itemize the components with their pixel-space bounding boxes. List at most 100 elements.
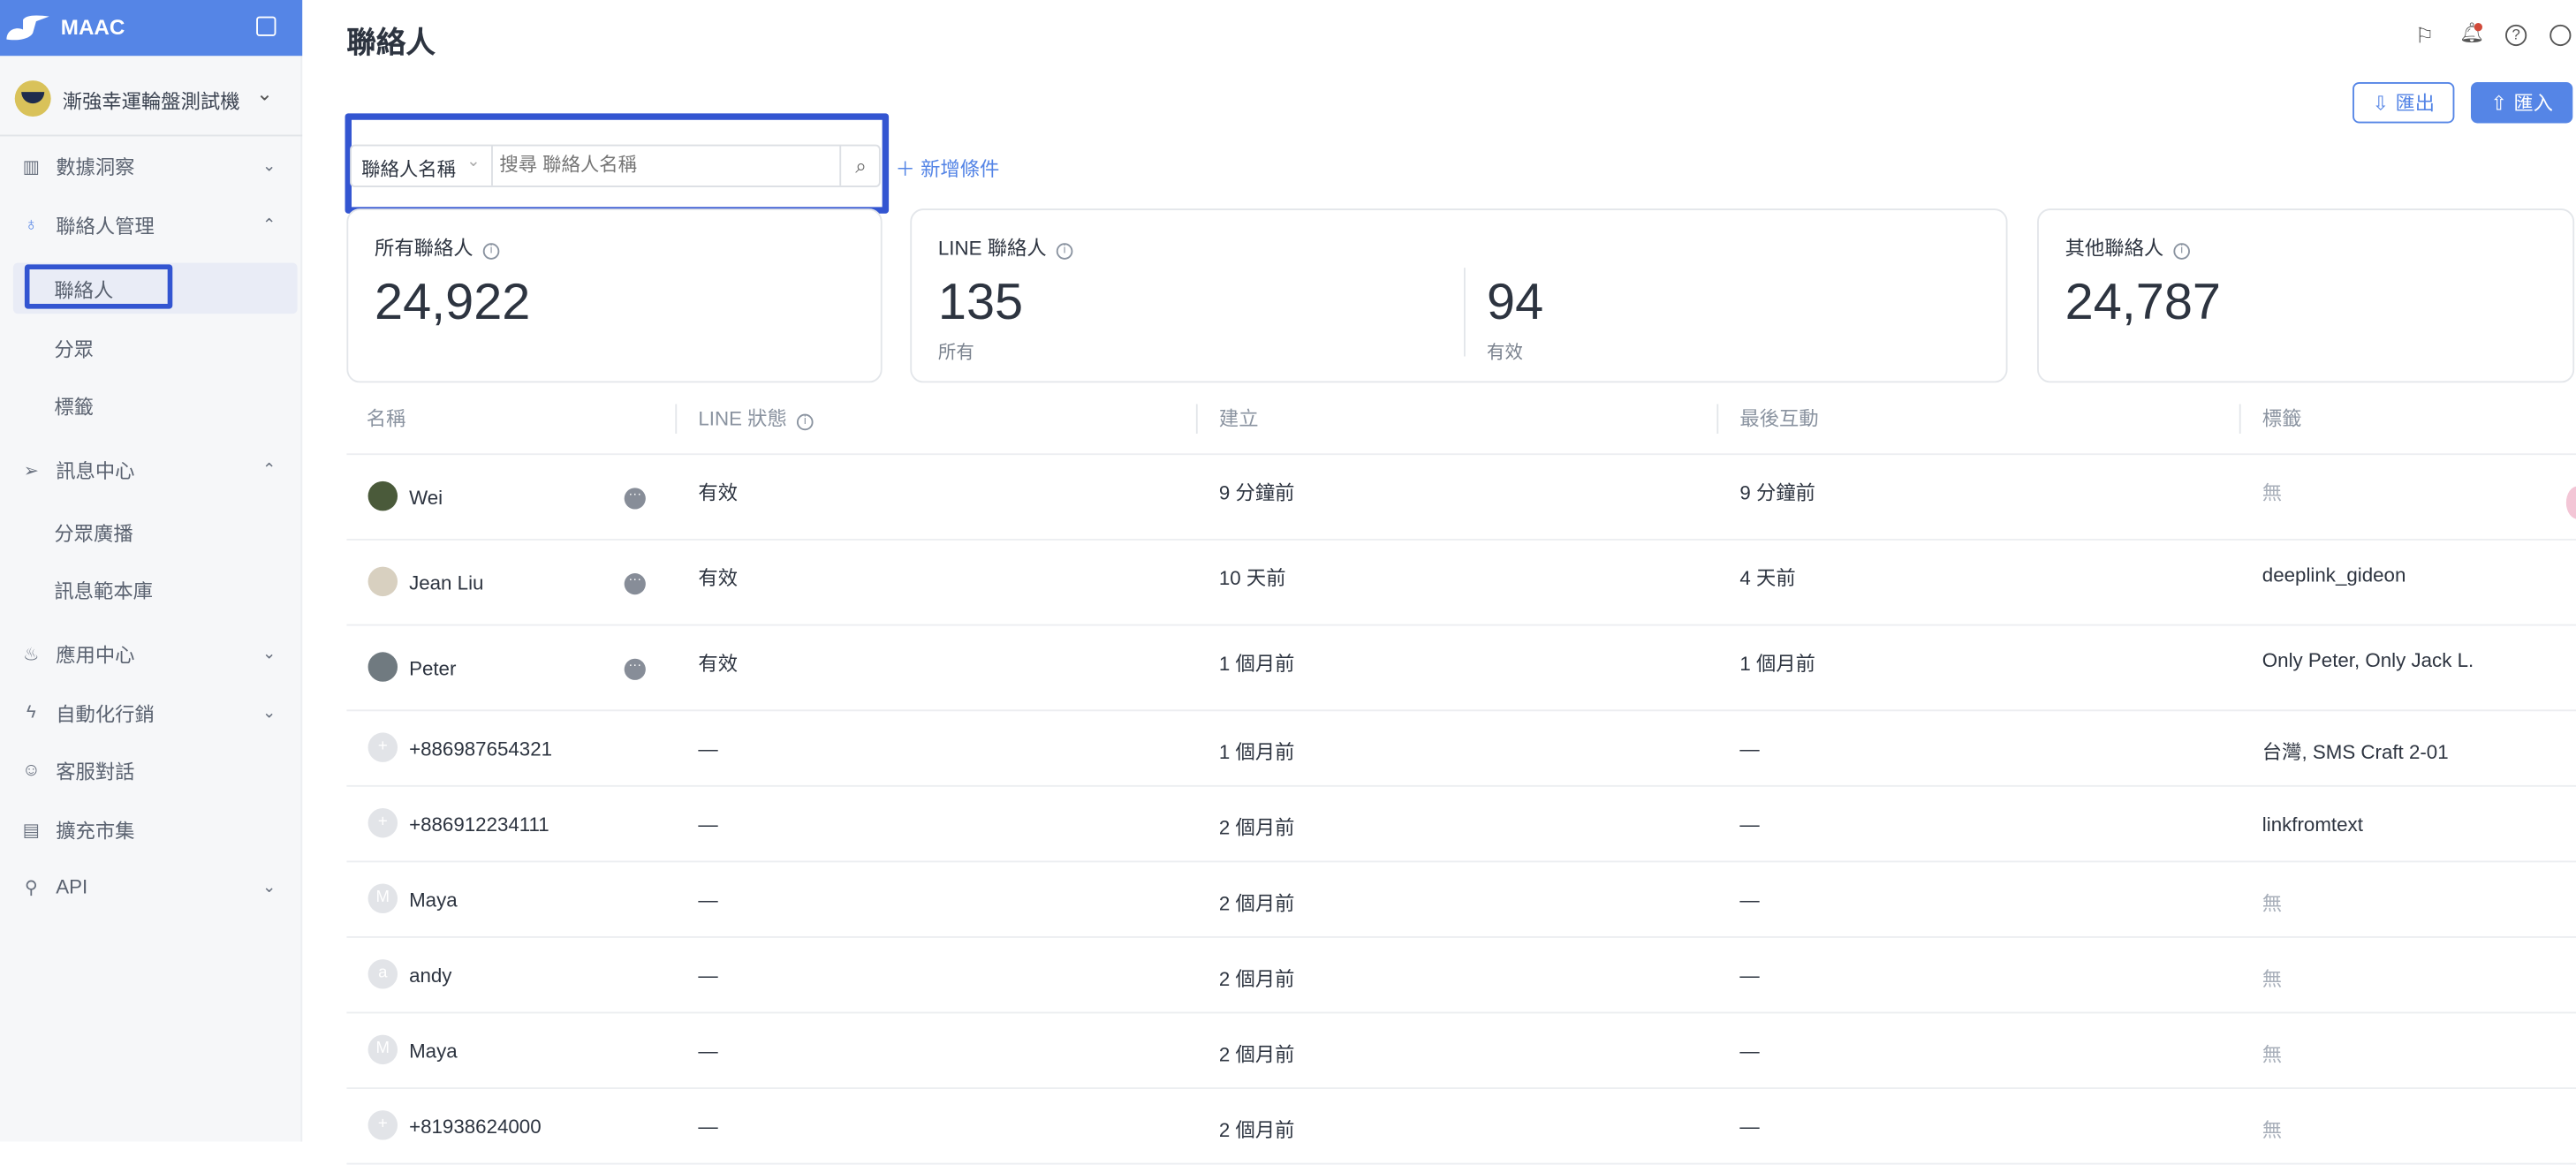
tags: 無	[2262, 965, 2282, 993]
chevron-down-icon: ⌄	[262, 157, 277, 175]
avatar-placeholder: a	[368, 959, 398, 988]
send-icon: ➢	[19, 459, 42, 480]
sidebar-item-label: 訊息中心	[56, 456, 134, 484]
table-header: 名稱 LINE 狀態i 建立 最後互動 標籤	[346, 384, 2576, 455]
chevron-down-icon: ⌄	[466, 153, 481, 170]
column-header-label: 建立	[1219, 407, 1259, 430]
contact-name[interactable]: +886987654321	[409, 738, 552, 760]
sidebar-item-label: 分眾廣播	[54, 518, 133, 547]
chevron-down-icon: ⌄	[256, 82, 273, 105]
stat-value-valid: 94	[1487, 273, 1543, 332]
sidebar-item-2[interactable]: 聯絡人	[0, 268, 302, 310]
avatar-placeholder: M	[368, 1035, 398, 1064]
collapse-sidebar-icon[interactable]	[256, 17, 276, 36]
table-row[interactable]: ++886987654321—1 個月前—台灣, SMS Craft 2-01	[346, 711, 2576, 787]
column-header[interactable]: 建立	[1219, 384, 1259, 453]
table-row[interactable]: Peter···有效1 個月前1 個月前Only Peter, Only Jac…	[346, 626, 2576, 712]
cloud-download-icon: ⇩	[2372, 91, 2389, 114]
stat-sublabel-all: 所有	[938, 338, 974, 365]
field-select[interactable]: 聯絡人名稱 ⌄	[352, 147, 493, 186]
column-header[interactable]: 最後互動	[1739, 384, 1818, 453]
tags: 無	[2262, 478, 2282, 506]
sidebar-item-7[interactable]: 訊息範本庫	[0, 568, 302, 610]
search-icon[interactable]: ⌕	[839, 147, 880, 186]
info-icon[interactable]: i	[2173, 243, 2190, 260]
created-time: 1 個月前	[1219, 649, 1295, 677]
tags: 無	[2262, 1040, 2282, 1068]
sidebar-item-label: 擴充市集	[56, 815, 134, 843]
sidebar-item-label: 應用中心	[56, 639, 134, 668]
contact-name[interactable]: andy	[409, 965, 451, 987]
sidebar-item-5[interactable]: ➢訊息中心⌃	[0, 449, 302, 491]
bell-icon[interactable]: 🔔︎	[2459, 21, 2484, 44]
contact-name[interactable]: Maya	[409, 889, 458, 912]
sidebar-item-6[interactable]: 分眾廣播	[0, 511, 302, 553]
sidebar-item-label: 分眾	[54, 334, 94, 362]
sidebar-item-4[interactable]: 標籤	[0, 384, 302, 427]
help-icon[interactable]: ?	[2505, 25, 2527, 46]
table-row[interactable]: aandy—2 個月前—無	[346, 938, 2576, 1014]
table-row[interactable]: ++886912234111—2 個月前—linkfromtext	[346, 787, 2576, 863]
chat-bubble-icon[interactable]: ···	[625, 488, 646, 509]
info-icon[interactable]: i	[797, 414, 814, 431]
avatar	[368, 481, 398, 511]
divider	[0, 134, 302, 136]
store-icon: ▤	[19, 819, 42, 840]
column-header[interactable]: LINE 狀態i	[698, 384, 813, 453]
table-row[interactable]: ++81938624000—2 個月前—無	[346, 1089, 2576, 1165]
tags: deeplink_gideon	[2262, 564, 2406, 586]
org-switcher[interactable]: 漸強幸運輪盤測試機 ⌄	[0, 69, 302, 132]
line-status: —	[698, 1040, 717, 1063]
table-row[interactable]: MMaya—2 個月前—無	[346, 1013, 2576, 1089]
sidebar-item-label: 數據洞察	[56, 152, 134, 180]
created-time: 2 個月前	[1219, 1116, 1295, 1144]
sidebar-item-0[interactable]: ▥ 數據洞察 ⌄	[0, 145, 302, 187]
divider	[1464, 268, 1466, 356]
add-condition-button[interactable]: ＋ 新增條件	[896, 155, 1000, 183]
last-interaction: —	[1739, 965, 1759, 987]
sidebar-item-10[interactable]: ☺客服對話	[0, 749, 302, 791]
avatar-placeholder: M	[368, 884, 398, 913]
contact-name[interactable]: Wei	[409, 486, 443, 509]
export-button[interactable]: ⇩匯出	[2352, 82, 2454, 123]
created-time: 2 個月前	[1219, 965, 1295, 993]
contact-name[interactable]: Jean Liu	[409, 571, 483, 594]
chat-bubble-icon[interactable]: ···	[625, 573, 646, 594]
search-input[interactable]	[499, 149, 836, 182]
table-row[interactable]: Wei···有效9 分鐘前9 分鐘前無	[346, 455, 2576, 541]
sidebar-item-12[interactable]: ⚲API⌄	[0, 866, 302, 908]
contact-name[interactable]: Peter	[409, 657, 456, 680]
info-icon[interactable]: i	[1057, 243, 1073, 260]
line-status: —	[698, 813, 717, 836]
table-row[interactable]: MMaya—2 個月前—無	[346, 862, 2576, 938]
import-button[interactable]: ⇧匯入	[2471, 82, 2572, 123]
column-separator	[2239, 404, 2241, 433]
last-interaction: —	[1739, 813, 1759, 836]
stat-value: 24,787	[2065, 273, 2221, 332]
avatar-placeholder: +	[368, 1110, 398, 1139]
sidebar-item-1[interactable]: ♁聯絡人管理⌃	[0, 204, 302, 246]
line-status: —	[698, 889, 717, 912]
sidebar-item-3[interactable]: 分眾	[0, 327, 302, 369]
flag-icon[interactable]: ⚐	[2415, 23, 2435, 49]
chevron-down-icon: ⌄	[262, 878, 277, 896]
column-header[interactable]: 標籤	[2262, 384, 2302, 453]
contact-name[interactable]: +81938624000	[409, 1116, 542, 1139]
chevron-down-icon: ⌄	[262, 645, 277, 662]
sidebar-item-11[interactable]: ▤ 擴充市集	[0, 808, 302, 851]
table-row[interactable]: Jean Liu···有效10 天前4 天前deeplink_gideon	[346, 541, 2576, 626]
sidebar-item-label: 客服對話	[56, 756, 134, 784]
avatar-placeholder: +	[368, 732, 398, 761]
info-icon[interactable]: i	[483, 243, 500, 260]
contact-name[interactable]: +886912234111	[409, 813, 549, 836]
column-header-label: 名稱	[367, 407, 406, 430]
bolt-icon: ϟ	[19, 703, 42, 722]
sidebar-item-8[interactable]: ♨應用中心⌄	[0, 632, 302, 675]
account-icon[interactable]	[2549, 25, 2571, 46]
column-header[interactable]: 名稱	[367, 384, 406, 453]
contact-name[interactable]: Maya	[409, 1040, 458, 1063]
created-time: 2 個月前	[1219, 1040, 1295, 1068]
chart-icon: ▥	[19, 155, 42, 177]
sidebar-item-9[interactable]: ϟ自動化行銷⌄	[0, 692, 302, 734]
chat-bubble-icon[interactable]: ···	[625, 659, 646, 680]
